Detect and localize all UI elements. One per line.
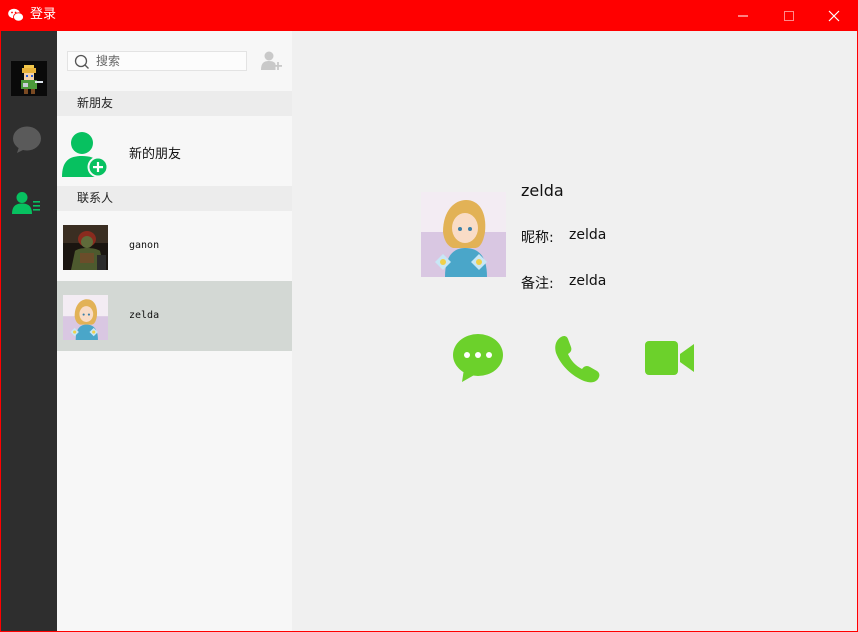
nickname-field: 昵称: zelda — [521, 227, 606, 247]
section-header-contacts: 联系人 — [57, 186, 292, 211]
zelda-avatar-icon — [63, 295, 108, 340]
minimize-button[interactable] — [720, 0, 766, 31]
avatar — [63, 225, 108, 270]
contact-detail-panel: zelda 昵称: zelda 备注: zelda — [292, 31, 857, 631]
remark-value: zelda — [569, 273, 607, 289]
new-friend-icon — [62, 132, 108, 177]
search-icon — [74, 54, 89, 69]
avatar — [63, 295, 108, 340]
contact-name: zelda — [129, 310, 160, 321]
new-friends-item[interactable]: 新的朋友 — [57, 117, 292, 185]
user-avatar[interactable] — [11, 61, 47, 96]
minimize-icon — [738, 15, 748, 16]
contact-item-ganon[interactable]: ganon — [57, 211, 292, 281]
contact-item-zelda[interactable]: zelda — [57, 281, 292, 351]
maximize-button[interactable] — [766, 0, 812, 31]
nickname-value: zelda — [569, 227, 607, 243]
nickname-label: 昵称: — [521, 230, 554, 246]
contacts-pane: 新朋友 新的朋友 联系人 ganon — [57, 31, 292, 631]
ganon-avatar-icon — [63, 225, 108, 270]
contacts-icon[interactable] — [12, 191, 42, 215]
detail-contact-name: zelda — [521, 181, 564, 200]
section-header-new-friends: 新朋友 — [57, 91, 292, 116]
title-bar: 登录 — [0, 0, 858, 31]
close-button[interactable] — [811, 0, 857, 31]
wechat-logo-icon — [8, 8, 24, 22]
zelda-avatar-icon — [421, 192, 506, 277]
search-box[interactable] — [67, 51, 247, 71]
voice-call-icon[interactable] — [550, 333, 602, 383]
add-contact-icon[interactable] — [260, 50, 282, 72]
contact-name: ganon — [129, 240, 160, 251]
search-input[interactable] — [96, 53, 242, 69]
remark-field: 备注: zelda — [521, 273, 606, 293]
detail-avatar — [421, 192, 506, 277]
video-call-icon[interactable] — [644, 333, 696, 383]
window-title: 登录 — [30, 7, 57, 22]
pixel-hero-avatar-icon — [11, 61, 47, 96]
close-icon — [828, 10, 840, 21]
chat-bubble-icon[interactable] — [12, 126, 42, 154]
message-icon[interactable] — [452, 333, 504, 383]
nav-bar — [1, 31, 57, 631]
new-friends-label: 新的朋友 — [129, 147, 182, 162]
maximize-icon — [784, 10, 794, 21]
remark-label: 备注: — [521, 276, 554, 292]
